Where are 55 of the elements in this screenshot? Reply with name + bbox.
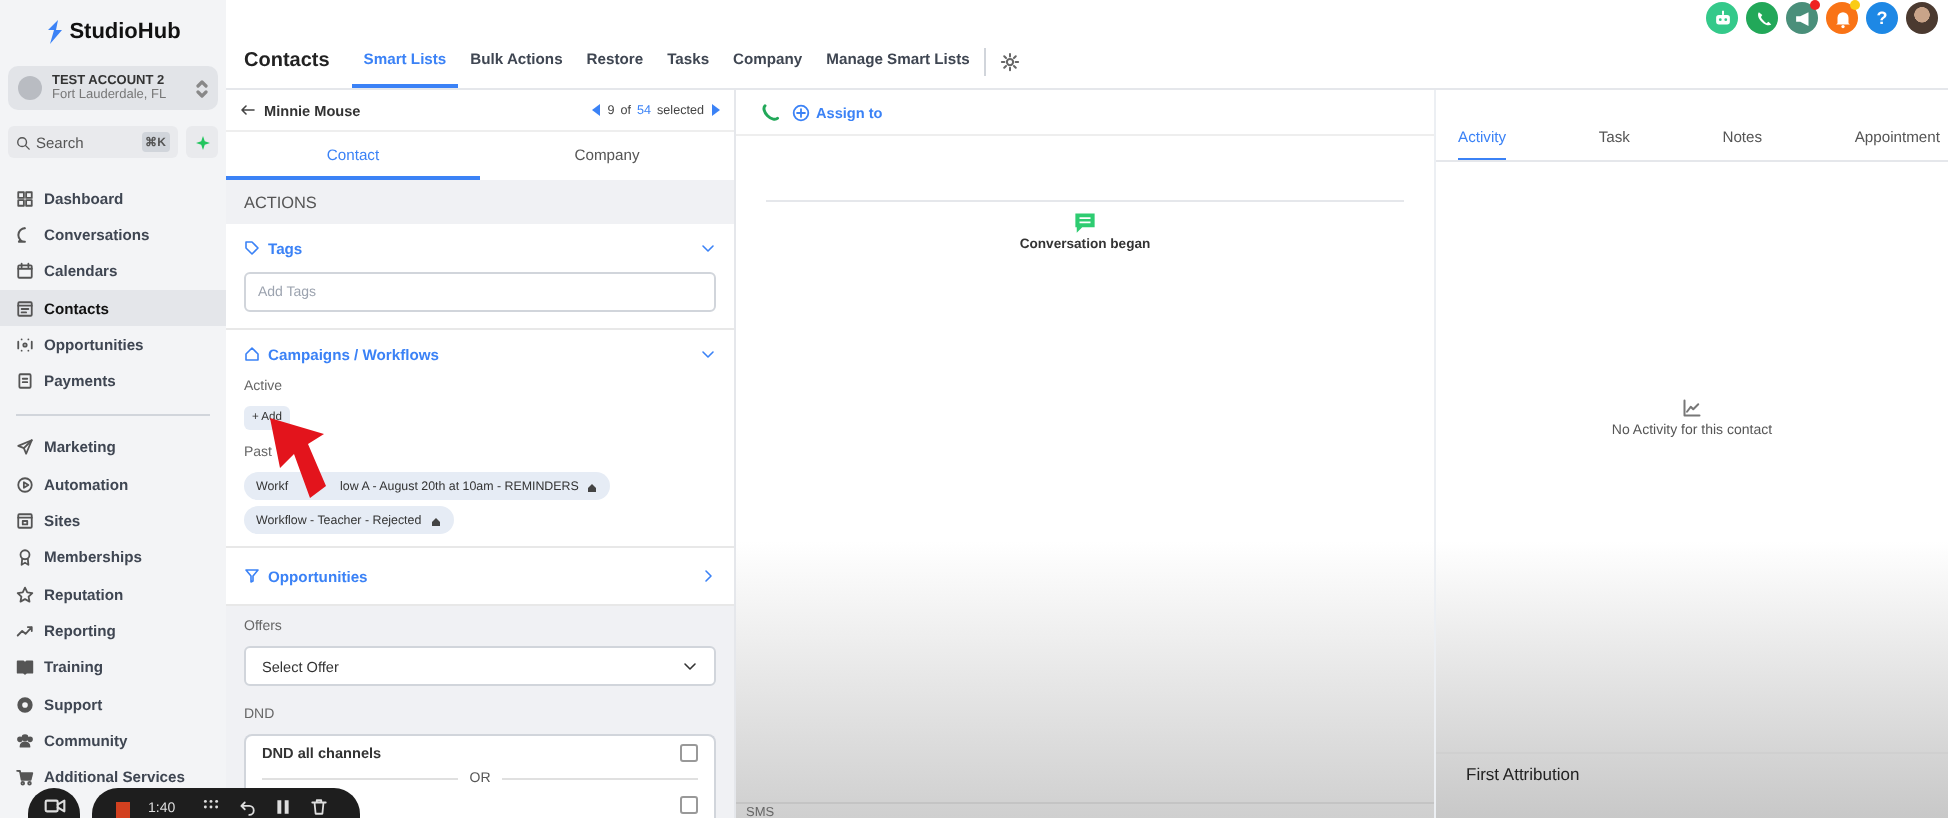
phone-button[interactable] [1746,2,1778,34]
chevron-down-icon[interactable] [700,346,716,362]
play-circle-icon [16,475,34,494]
phone-icon[interactable] [760,102,780,122]
grid-icon [16,189,34,208]
checkbox[interactable] [680,744,698,762]
help-button[interactable]: ? [1866,2,1898,34]
receipt-icon [16,372,34,391]
lifebuoy-icon [16,695,34,713]
chevron-right-icon[interactable] [700,568,716,584]
plus-circle-icon [792,103,810,121]
account-avatar-icon [18,76,42,100]
chevron-down-icon[interactable] [700,240,716,256]
browser-window-icon [16,512,34,531]
tag-icon [244,240,260,256]
address-card-icon [16,299,34,318]
back-arrow-icon[interactable] [240,102,256,118]
bell-icon [1831,7,1853,29]
house-icon [244,346,260,362]
up-down-chevron-icon [196,79,208,97]
trend-line-icon [16,621,34,640]
dots-icon [16,335,34,354]
attribution-title: First Attribution [1466,764,1580,784]
trash-icon[interactable] [309,798,328,816]
user-avatar[interactable] [1906,2,1938,34]
page-title: Contacts [244,50,330,72]
section-heading: ACTIONS [242,191,319,215]
calendar-icon [16,262,34,281]
star-icon [16,585,34,604]
robot-icon [1711,7,1733,29]
book-icon [16,658,34,677]
settings-icon[interactable] [999,51,1020,71]
search-icon [16,135,30,149]
people-icon [16,731,34,750]
funnel-icon [244,568,260,584]
paper-plane-icon [16,438,34,457]
undo-icon[interactable] [237,798,256,816]
video-camera-icon [43,798,65,814]
megaphone-button[interactable] [1786,2,1818,34]
award-icon [16,548,34,567]
brand-name: StudioHub [69,20,181,44]
chevron-down-icon [682,658,698,674]
line-chart-icon [1682,397,1702,417]
logo-icon [45,20,64,44]
next-arrow-icon[interactable] [710,104,720,116]
sparkle-icon [195,135,209,149]
robot-button[interactable] [1706,2,1738,34]
quick-add-button[interactable] [186,126,218,158]
checkbox[interactable] [680,796,698,814]
pause-icon[interactable] [273,798,292,816]
previous-arrow-icon[interactable] [591,104,602,116]
bell-button[interactable] [1826,2,1858,34]
megaphone-icon [1791,7,1813,29]
message-icon [1074,212,1096,234]
cart-icon [16,768,34,787]
